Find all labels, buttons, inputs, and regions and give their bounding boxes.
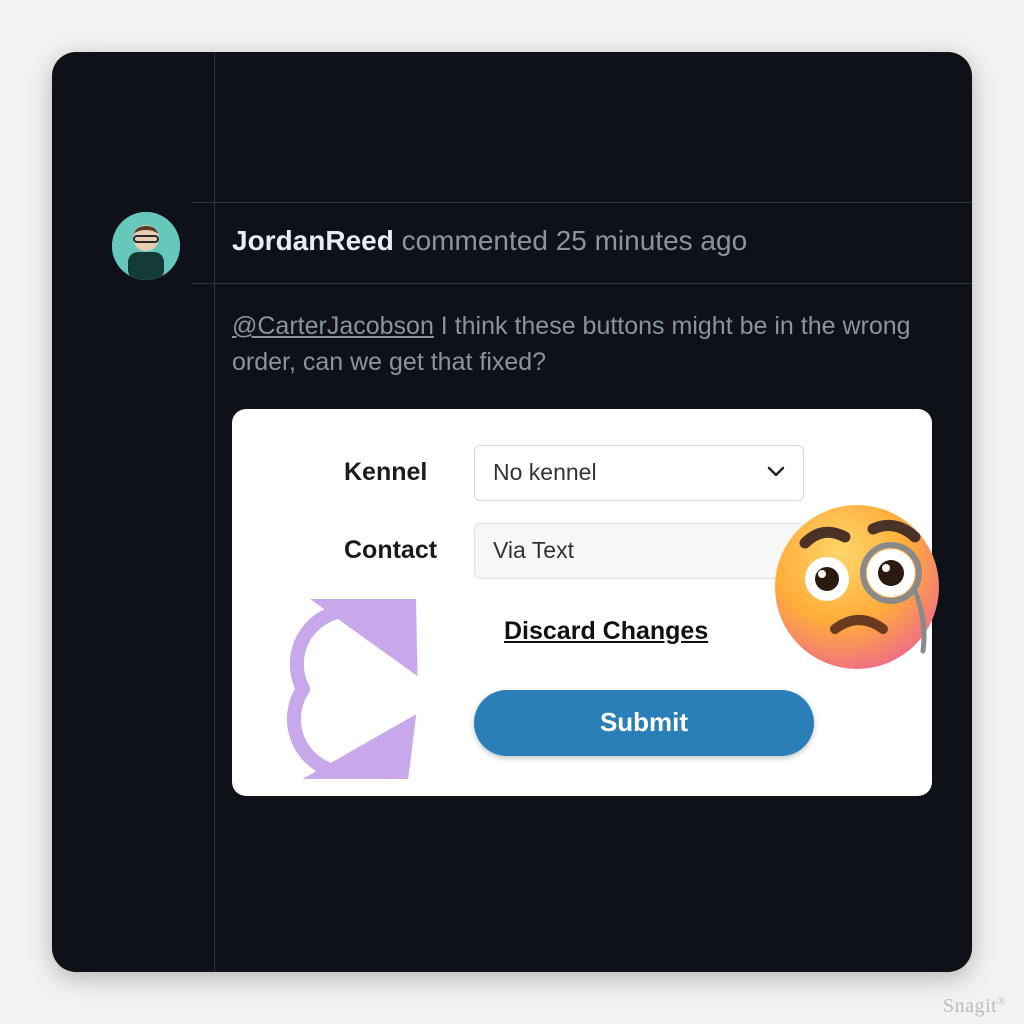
comment-author[interactable]: JordanReed [232,225,394,256]
kennel-label: Kennel [274,454,474,490]
contact-label: Contact [274,532,474,568]
comment-body: @CarterJacobson I think these buttons mi… [192,284,972,826]
comment-timestamp: 25 minutes ago [556,225,747,256]
comment-container: JordanReed commented 25 minutes ago @Car… [192,202,972,826]
kennel-select-value: No kennel [493,456,597,489]
comment-action-text: commented [402,225,548,256]
form-row-kennel: Kennel No kennel [274,445,890,501]
contact-input[interactable]: Via Text [474,523,804,579]
user-mention[interactable]: @CarterJacobson [232,312,434,340]
discard-changes-button[interactable]: Discard Changes [504,617,708,646]
avatar[interactable] [112,212,180,280]
comment-header: JordanReed commented 25 minutes ago [192,203,972,284]
embedded-screenshot: Kennel No kennel Contact Via Text [232,409,932,796]
submit-button[interactable]: Submit [474,690,814,756]
comment-card: JordanReed commented 25 minutes ago @Car… [52,52,972,972]
form-row-contact: Contact Via Text [274,523,890,579]
watermark: Snagit® [943,995,1006,1018]
form-actions: Discard Changes Submit [274,613,890,756]
contact-input-value: Via Text [493,534,574,567]
chevron-down-icon [767,458,785,487]
kennel-select[interactable]: No kennel [474,445,804,501]
